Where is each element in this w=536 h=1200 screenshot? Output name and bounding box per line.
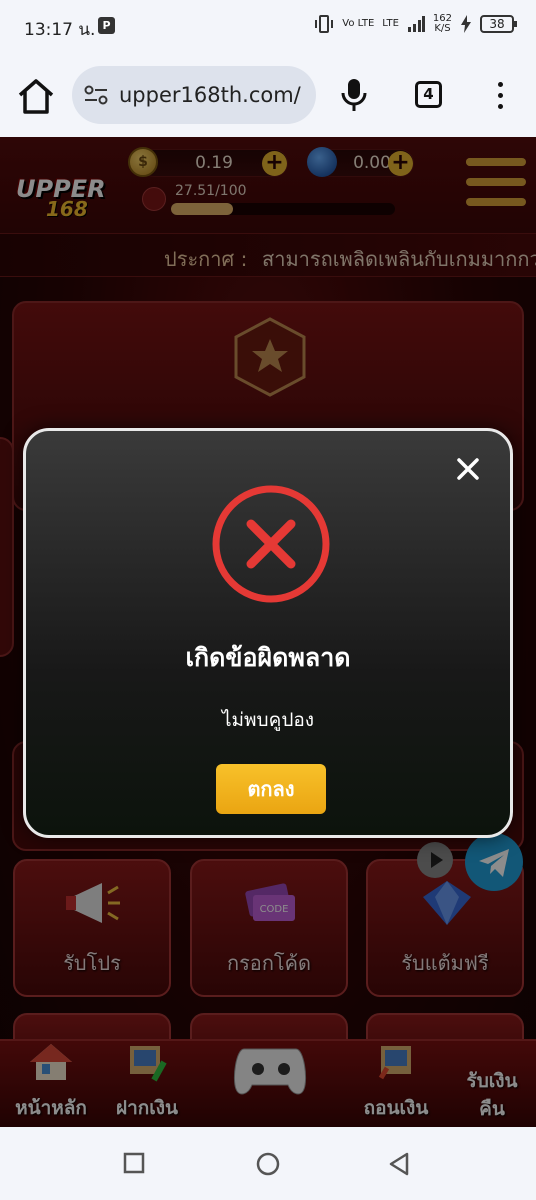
status-bar: 13:17 น. P Vo LTE LTE 162 K/S 38 (0, 0, 536, 55)
volte-label: Vo LTE (342, 18, 375, 29)
charging-icon (461, 15, 471, 33)
tab-switcher-button[interactable]: 4 (415, 81, 442, 108)
battery-icon: 38 (480, 15, 517, 33)
browser-menu-icon[interactable] (492, 80, 508, 112)
home-nav-icon[interactable] (256, 1152, 280, 1176)
back-icon[interactable] (388, 1152, 410, 1176)
recent-apps-icon[interactable] (123, 1152, 145, 1174)
system-nav-bar (0, 1127, 536, 1200)
browser-toolbar: upper168th.com/ 4 (0, 55, 536, 137)
close-icon[interactable] (456, 457, 480, 481)
home-icon[interactable] (16, 77, 56, 115)
dialog-message: ไม่พบคูปอง (221, 709, 315, 731)
site-settings-icon[interactable] (84, 84, 108, 106)
notification-app-icon: P (98, 17, 115, 34)
error-icon (212, 485, 330, 603)
address-bar[interactable]: upper168th.com/ (72, 66, 316, 124)
vibrate-icon (315, 15, 334, 33)
url-text[interactable]: upper168th.com/ (119, 83, 301, 107)
ok-button[interactable]: ตกลง (216, 764, 326, 814)
lte-label: LTE (382, 18, 399, 29)
status-icons: Vo LTE LTE 162 K/S 38 (314, 14, 517, 34)
net-speed: 162 K/S (433, 14, 452, 34)
microphone-icon[interactable] (340, 77, 368, 113)
dialog-title: เกิดข้อผิดพลาด (185, 643, 351, 672)
net-speed-unit: K/S (434, 23, 451, 34)
signal-icon (407, 16, 425, 32)
error-dialog: เกิดข้อผิดพลาด ไม่พบคูปอง ตกลง (23, 428, 513, 838)
clock: 13:17 น. (24, 20, 96, 40)
